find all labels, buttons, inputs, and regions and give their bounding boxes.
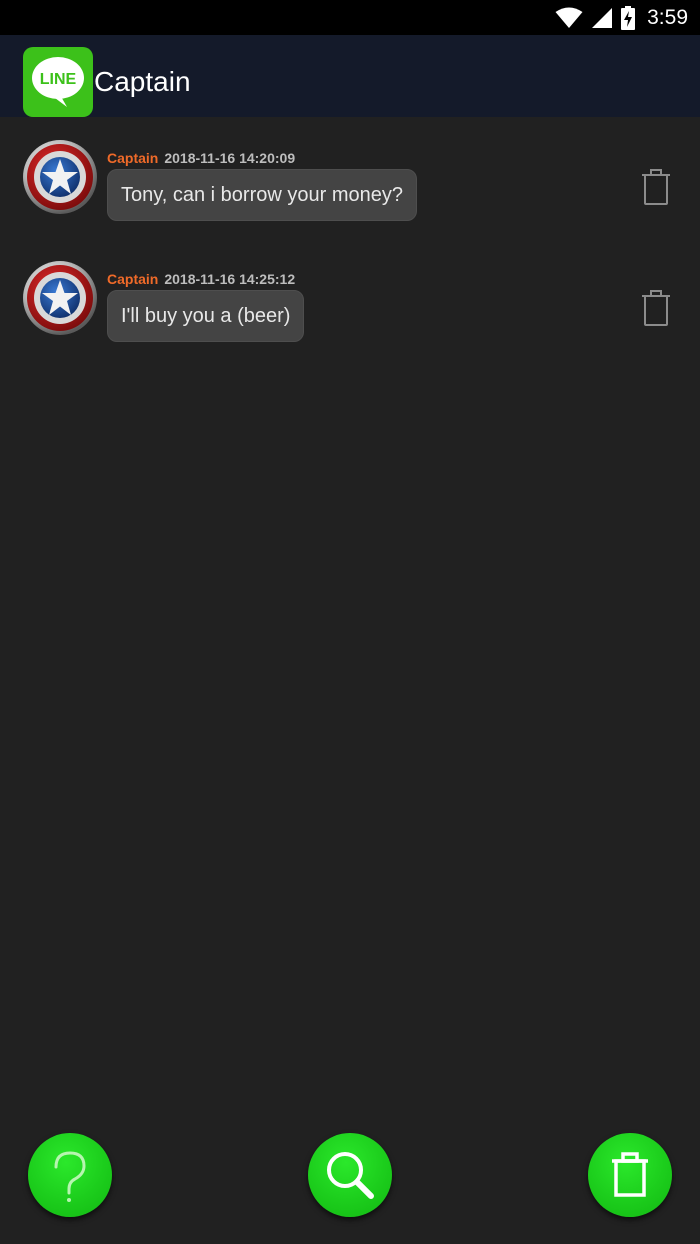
status-time: 3:59 xyxy=(647,6,688,29)
status-bar: 3:59 xyxy=(0,0,700,35)
message-meta: Captain 2018-11-16 14:20:09 xyxy=(107,149,295,167)
message-row: Captain 2018-11-16 14:20:09 Tony, can i b… xyxy=(0,117,700,227)
logo-text: LINE xyxy=(40,71,77,88)
screen: 3:59 LINE Captain Captain 2018-11-16 14:… xyxy=(0,0,700,1244)
search-icon xyxy=(327,1152,374,1199)
message-timestamp: 2018-11-16 14:25:12 xyxy=(164,271,296,287)
search-button[interactable] xyxy=(308,1133,392,1217)
delete-all-button[interactable] xyxy=(588,1133,672,1217)
help-icon xyxy=(54,1151,86,1202)
message-timestamp: 2018-11-16 14:20:09 xyxy=(164,150,296,166)
app-bar: LINE Captain xyxy=(0,35,700,117)
page-title: Captain xyxy=(94,66,191,97)
trash-icon[interactable] xyxy=(638,288,674,328)
sender-name: Captain xyxy=(107,150,159,166)
message-bubble[interactable]: I'll buy you a (beer) xyxy=(107,290,305,342)
line-logo-icon: LINE xyxy=(23,47,93,117)
status-icons: 3:59 xyxy=(555,0,688,35)
trash-icon xyxy=(612,1152,648,1197)
message-row: Captain 2018-11-16 14:25:12 I'll buy you … xyxy=(0,238,700,348)
wifi-icon xyxy=(555,7,583,28)
avatar xyxy=(23,140,97,214)
trash-icon[interactable] xyxy=(638,167,674,207)
message-meta: Captain 2018-11-16 14:25:12 xyxy=(107,270,295,288)
battery-charging-icon xyxy=(621,5,636,30)
message-bubble[interactable]: Tony, can i borrow your money? xyxy=(107,169,417,221)
help-button[interactable] xyxy=(28,1133,112,1217)
cell-signal-icon xyxy=(592,7,613,28)
sender-name: Captain xyxy=(107,271,159,287)
avatar xyxy=(23,261,97,335)
